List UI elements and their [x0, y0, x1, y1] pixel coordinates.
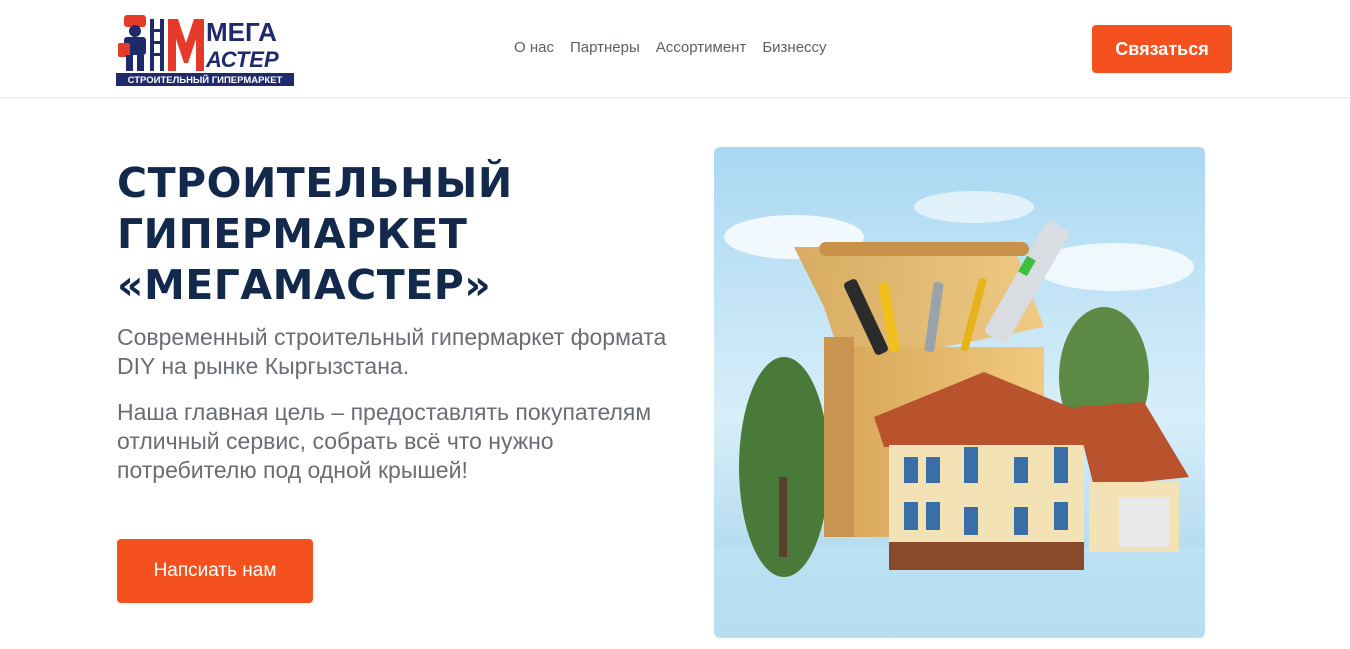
nav-item-about[interactable]: О нас	[514, 38, 554, 58]
nav-item-business[interactable]: Бизнессу	[762, 38, 826, 58]
hero-subtitle: Современный строительный гипермаркет фор…	[117, 324, 667, 379]
logo[interactable]: МЕГА АСТЕР СТРОИТЕЛЬНЫЙ ГИПЕРМАРКЕТ	[116, 13, 294, 86]
logo-tagline: СТРОИТЕЛЬНЫЙ ГИПЕРМАРКЕТ	[128, 74, 283, 86]
hero-goal-text: Наша главная цель – предоставлять покупа…	[117, 399, 652, 483]
nav-item-partners[interactable]: Партнеры	[570, 38, 640, 58]
builder-mascot-icon	[118, 15, 164, 71]
hero-title-line: «МЕГАМАСТЕР»	[117, 261, 492, 309]
write-us-button[interactable]: Напсиать нам	[117, 539, 313, 603]
hero-title-line: СТРОИТЕЛЬНЫЙ	[117, 159, 513, 207]
contact-button[interactable]: Связаться	[1092, 25, 1232, 73]
logo-graphic: МЕГА АСТЕР СТРОИТЕЛЬНЫЙ ГИПЕРМАРКЕТ	[116, 15, 294, 86]
toolbox-house-illustration	[714, 147, 1205, 638]
logo-text-line2: АСТЕР	[205, 47, 279, 72]
site-header: МЕГА АСТЕР СТРОИТЕЛЬНЫЙ ГИПЕРМАРКЕТ О на…	[0, 0, 1350, 98]
hero-image	[714, 147, 1205, 638]
main-nav: О нас Партнеры Ассортимент Бизнессу	[514, 38, 843, 58]
logo-text-line1: МЕГА	[206, 17, 277, 47]
hero-title: СТРОИТЕЛЬНЫЙ ГИПЕРМАРКЕТ «МЕГАМАСТЕР»	[117, 158, 677, 311]
hero-title-line: ГИПЕРМАРКЕТ	[117, 210, 468, 258]
nav-item-assortment[interactable]: Ассортимент	[656, 38, 747, 58]
